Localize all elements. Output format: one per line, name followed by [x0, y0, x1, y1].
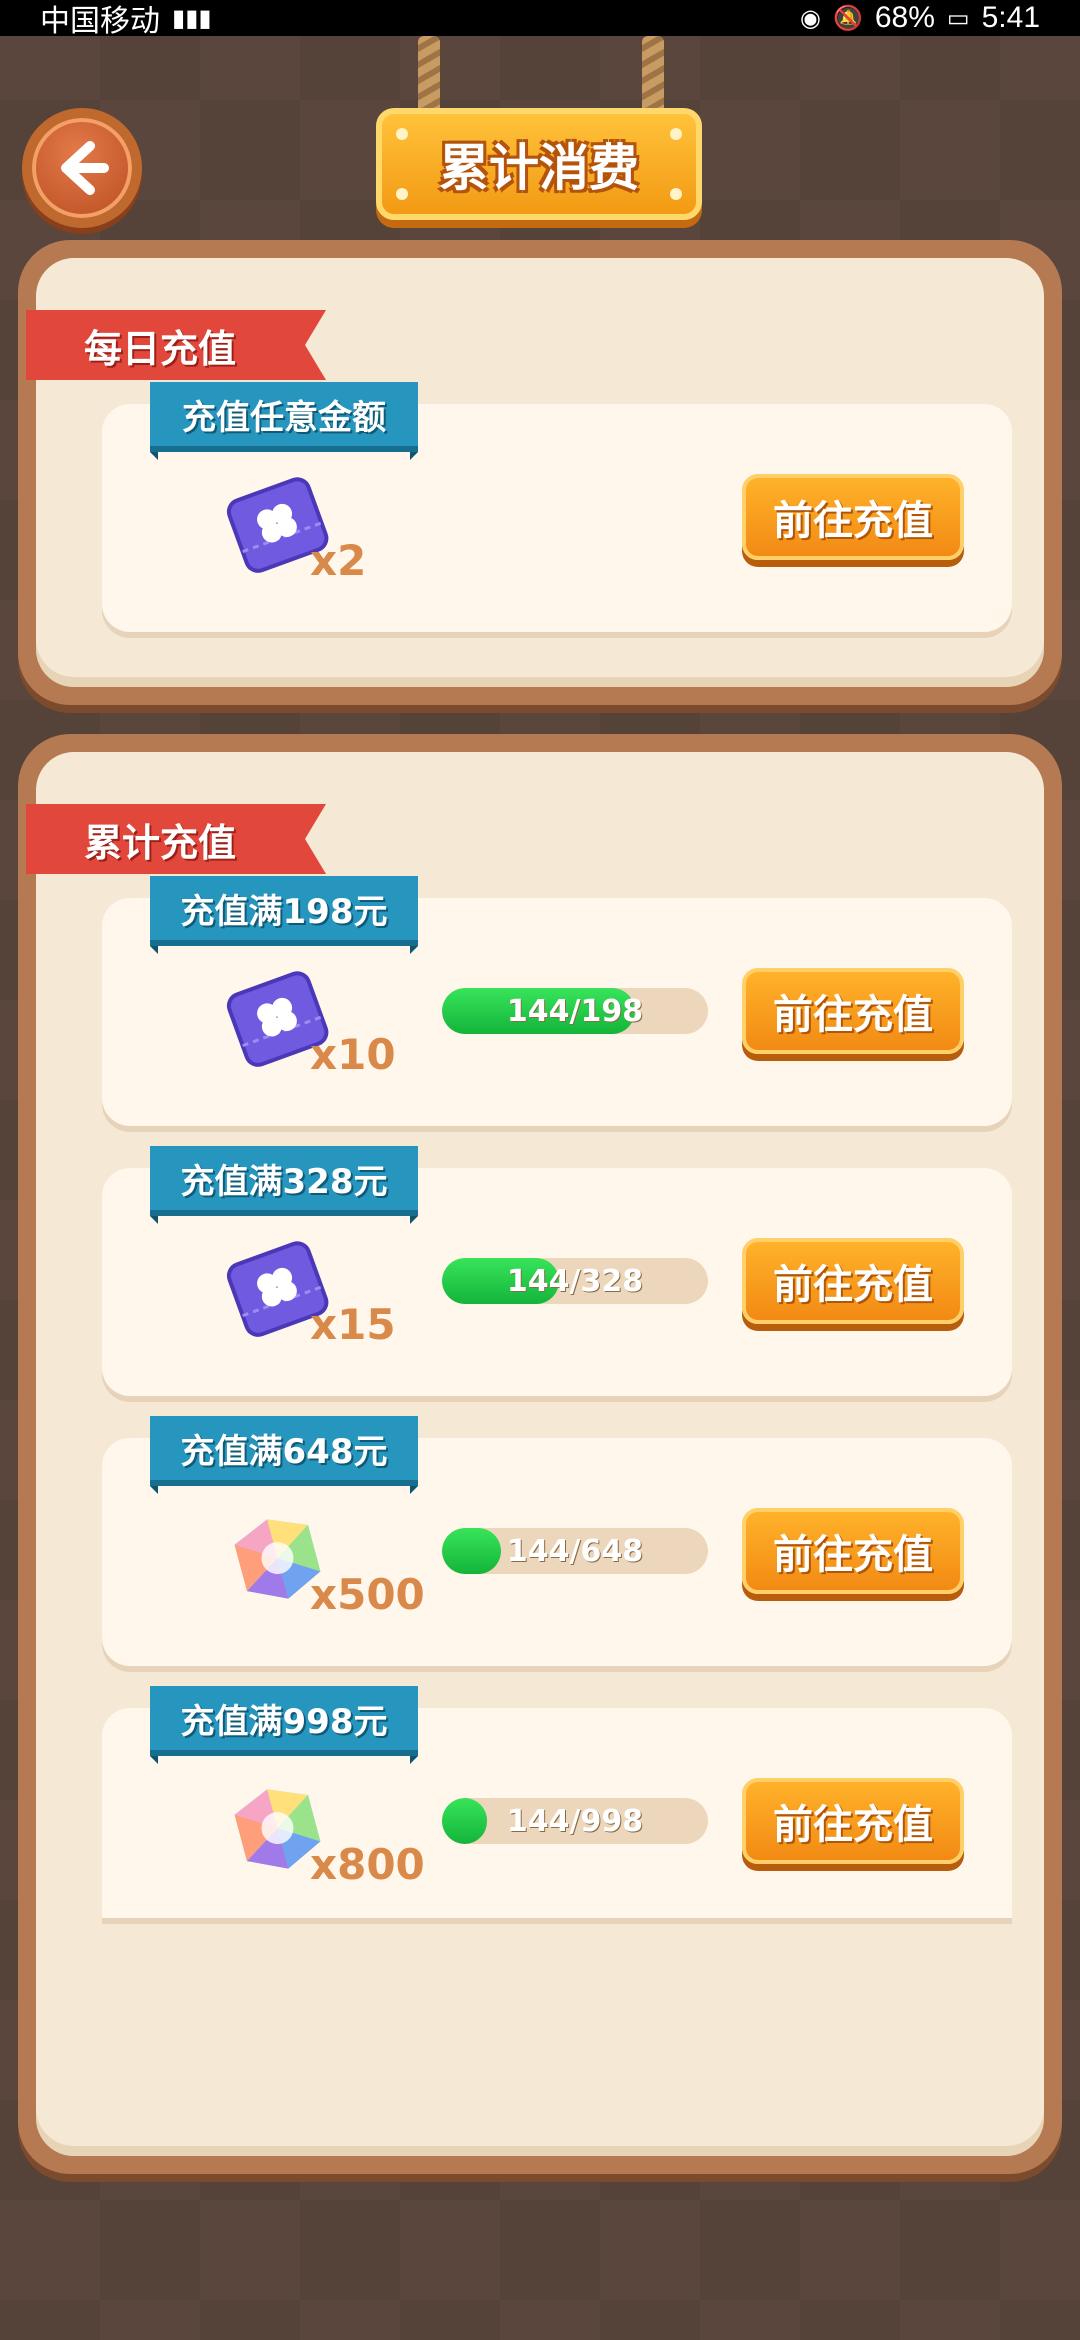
- go-recharge-label: 前往充值: [773, 1802, 933, 1848]
- cumulative-ribbon: 累计充值: [26, 804, 326, 874]
- carrier-label: 中国移动: [40, 5, 160, 38]
- rope-left: [418, 36, 440, 116]
- progress-text: 144/998: [506, 1803, 644, 1839]
- cumulative-ribbon-label: 累计充值: [84, 820, 237, 865]
- card-tag: 充值满328元: [150, 1146, 418, 1224]
- clock-label: 5:41: [981, 1, 1040, 34]
- tier-card: 充值满648元 x500 144/648 前往充值: [102, 1416, 1012, 1666]
- go-recharge-button[interactable]: 前往充值: [742, 1508, 964, 1594]
- nail-decoration: [670, 128, 682, 140]
- card-tag: 充值满998元: [150, 1686, 418, 1764]
- go-recharge-button[interactable]: 前往充值: [742, 968, 964, 1054]
- go-recharge-label: 前往充值: [773, 1262, 933, 1308]
- daily-panel-inner: 每日充值 充值任意金额 x2 前往充值: [26, 258, 1044, 687]
- reward-quantity: x800: [310, 1840, 425, 1889]
- go-recharge-button[interactable]: 前往充值: [742, 1778, 964, 1864]
- bell-mute-icon: 🔕: [832, 4, 863, 32]
- go-recharge-button[interactable]: 前往充值: [742, 474, 964, 560]
- arrow-left-icon: [61, 141, 109, 195]
- battery-icon: ▭: [946, 4, 970, 32]
- go-recharge-label: 前往充值: [773, 498, 933, 544]
- nail-decoration: [396, 188, 408, 200]
- card-tag-label: 充值满998元: [180, 1701, 388, 1742]
- card-tag-label: 充值满328元: [180, 1161, 388, 1202]
- status-bar: 中国移动 ▮▮▮ ◉ 🔕 68% ▭ 5:41: [0, 0, 1080, 38]
- title-sign: 累计消费: [376, 108, 702, 220]
- nail-decoration: [396, 128, 408, 140]
- card-tag: 充值满648元: [150, 1416, 418, 1494]
- page-title: 累计消费: [439, 139, 639, 197]
- card-tag-label: 充值满648元: [180, 1431, 388, 1472]
- progress-bar: 144/998: [442, 1798, 708, 1844]
- daily-ribbon-label: 每日充值: [84, 326, 237, 371]
- cumulative-recharge-panel: 累计充值 充值满198元 x10 144/198 前往充值 充值满328元 x1…: [18, 734, 1062, 2174]
- reward-quantity: x2: [310, 536, 367, 585]
- back-button[interactable]: [22, 108, 142, 228]
- status-left: 中国移动 ▮▮▮: [40, 0, 212, 40]
- progress-bar: 144/198: [442, 988, 708, 1034]
- daily-reward-card: 充值任意金额 x2 前往充值: [102, 382, 1012, 632]
- go-recharge-label: 前往充值: [773, 992, 933, 1038]
- nail-decoration: [670, 188, 682, 200]
- daily-recharge-panel: 每日充值 充值任意金额 x2 前往充值: [18, 240, 1062, 705]
- tier-card: 充值满998元 x800 144/998 前往充值: [102, 1686, 1012, 1918]
- eye-icon: ◉: [800, 4, 821, 32]
- go-recharge-button[interactable]: 前往充值: [742, 1238, 964, 1324]
- reward-quantity: x10: [310, 1030, 396, 1079]
- card-tag-label: 充值任意金额: [182, 397, 386, 438]
- battery-label: 68%: [874, 1, 935, 34]
- signal-icon: ▮▮▮: [172, 4, 212, 32]
- card-tag: 充值满198元: [150, 876, 418, 954]
- progress-bar: 144/648: [442, 1528, 708, 1574]
- progress-bar: 144/328: [442, 1258, 708, 1304]
- card-tag-label: 充值满198元: [180, 891, 388, 932]
- go-recharge-label: 前往充值: [773, 1532, 933, 1578]
- tier-card: 充值满198元 x10 144/198 前往充值: [102, 876, 1012, 1126]
- status-right: ◉ 🔕 68% ▭ 5:41: [800, 1, 1040, 35]
- daily-ribbon: 每日充值: [26, 310, 326, 380]
- cumulative-panel-inner: 累计充值 充值满198元 x10 144/198 前往充值 充值满328元 x1…: [26, 752, 1044, 2156]
- reward-quantity: x500: [310, 1570, 425, 1619]
- card-tag: 充值任意金额: [150, 382, 418, 460]
- progress-text: 144/648: [506, 1533, 644, 1569]
- progress-text: 144/328: [506, 1263, 644, 1299]
- tier-card: 充值满328元 x15 144/328 前往充值: [102, 1146, 1012, 1396]
- rope-right: [642, 36, 664, 116]
- reward-quantity: x15: [310, 1300, 396, 1349]
- progress-text: 144/198: [506, 993, 644, 1029]
